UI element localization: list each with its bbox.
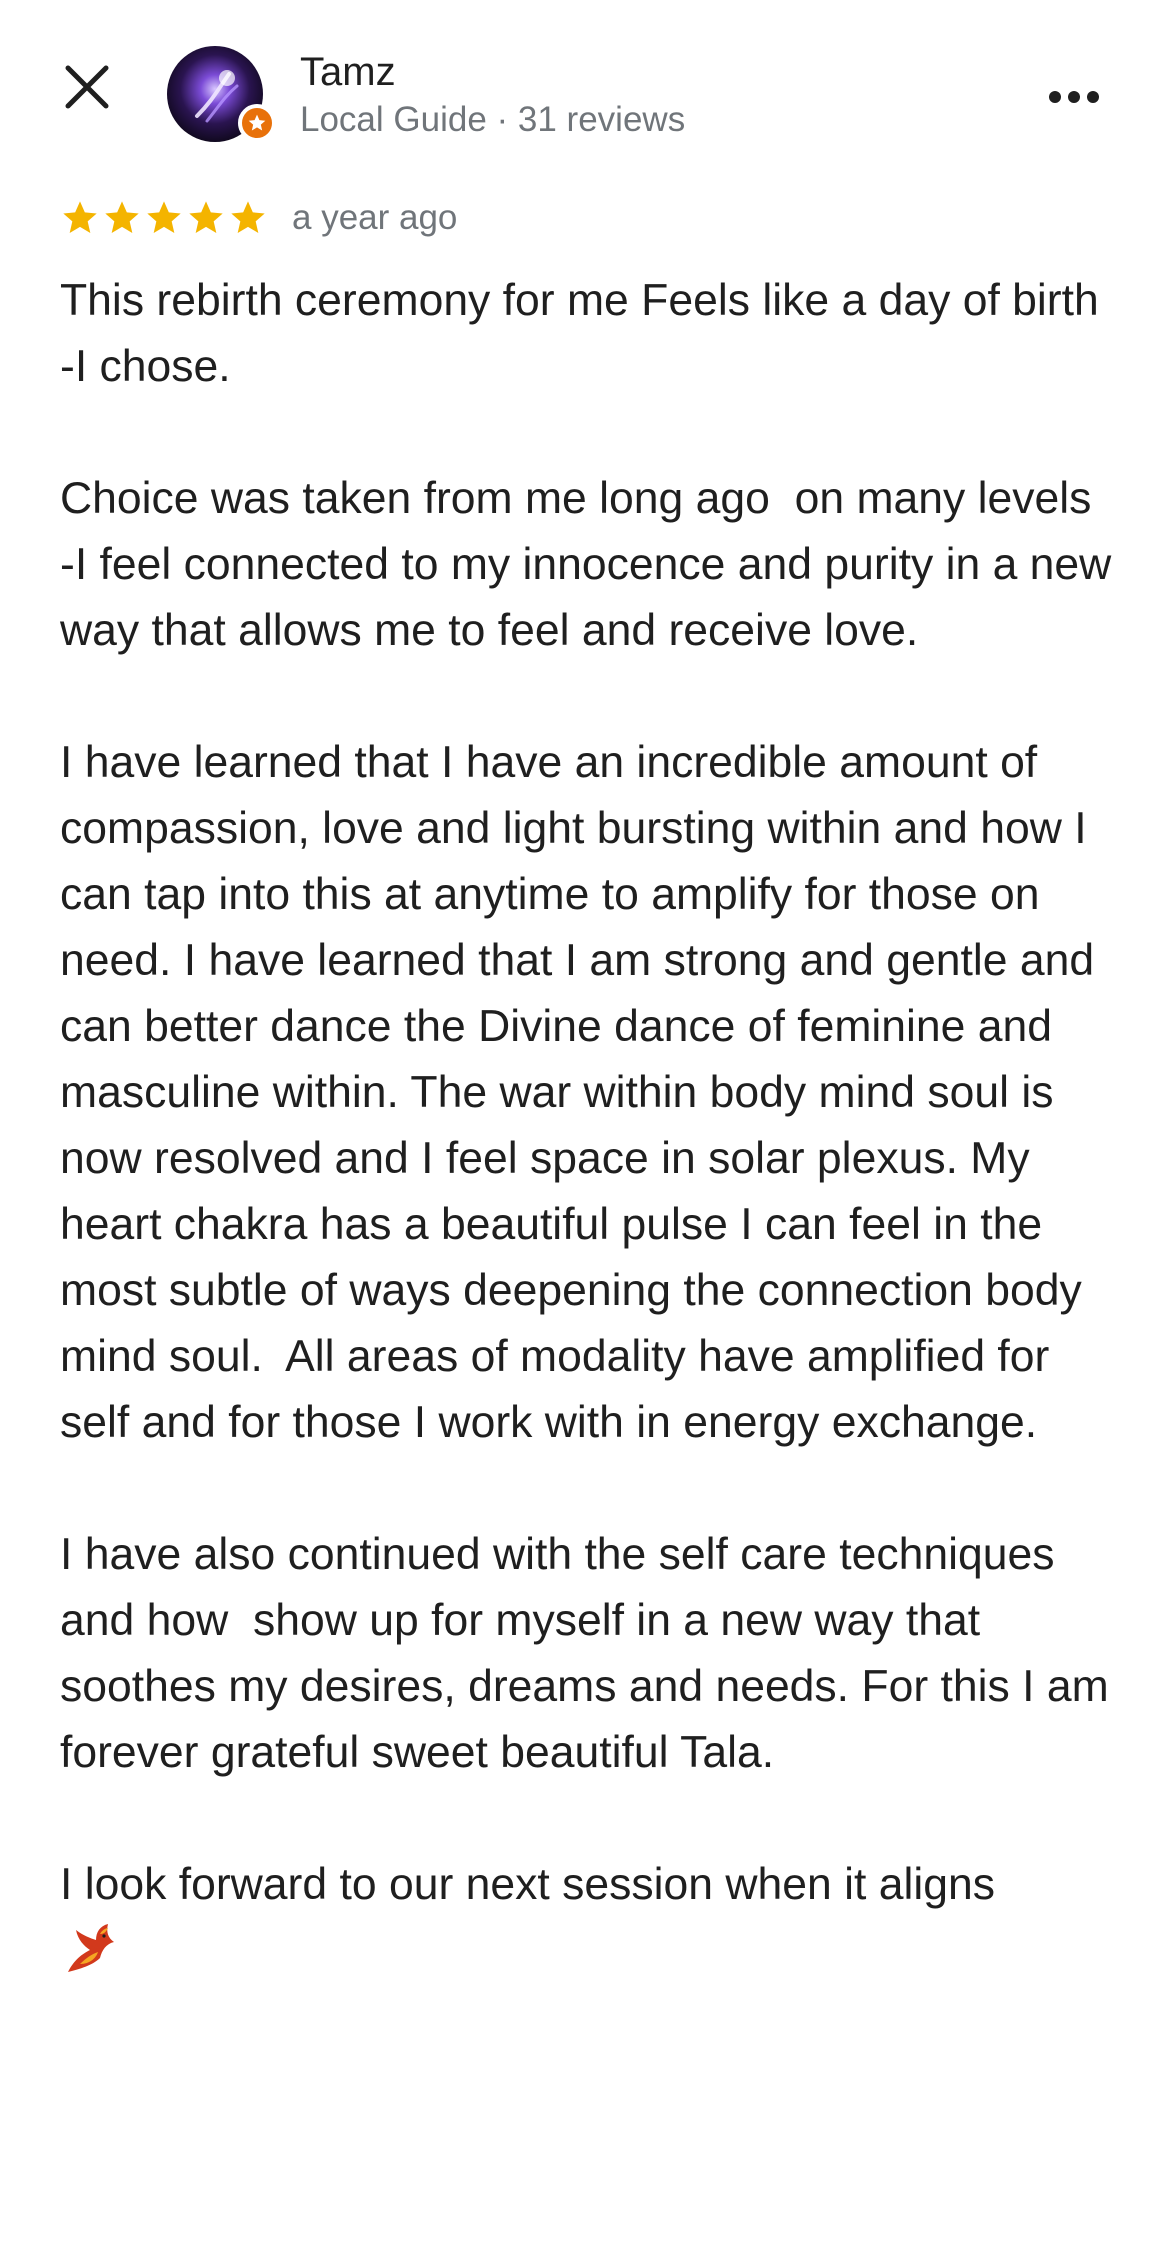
review-paragraph: I have learned that I have an incredible… <box>60 738 1107 1447</box>
star-badge-icon <box>248 114 266 131</box>
rating-row: a year ago <box>60 192 457 244</box>
more-horizontal-icon <box>1049 91 1099 103</box>
close-icon <box>65 65 109 109</box>
star-icon <box>144 198 184 238</box>
star-rating <box>60 198 268 238</box>
review-paragraph: I look forward to our next session when … <box>60 1860 995 1909</box>
review-paragraph: I have also continued with the self care… <box>60 1530 1122 1777</box>
star-icon <box>228 198 268 238</box>
review-text: This rebirth ceremony for me Feels like … <box>60 268 1120 1980</box>
review-date: a year ago <box>292 198 458 237</box>
more-options-button[interactable] <box>1040 72 1108 122</box>
review-final-block: I look forward to our next session when … <box>60 1852 1120 1980</box>
star-icon <box>186 198 226 238</box>
review-paragraph: Choice was taken from me long ago on man… <box>60 474 1129 655</box>
review-paragraph: This rebirth ceremony for me Feels like … <box>60 276 1112 391</box>
close-button[interactable] <box>62 62 132 132</box>
review-header: Tamz Local Guide · 31 reviews <box>0 0 1170 170</box>
reviewer-avatar-container[interactable] <box>167 46 276 142</box>
reviewer-name[interactable]: Tamz <box>300 50 396 94</box>
reviewer-meta[interactable]: Local Guide · 31 reviews <box>300 100 685 140</box>
local-guide-star-badge <box>238 104 276 142</box>
phoenix-emoji <box>68 1924 114 1972</box>
star-icon <box>60 198 100 238</box>
star-icon <box>102 198 142 238</box>
